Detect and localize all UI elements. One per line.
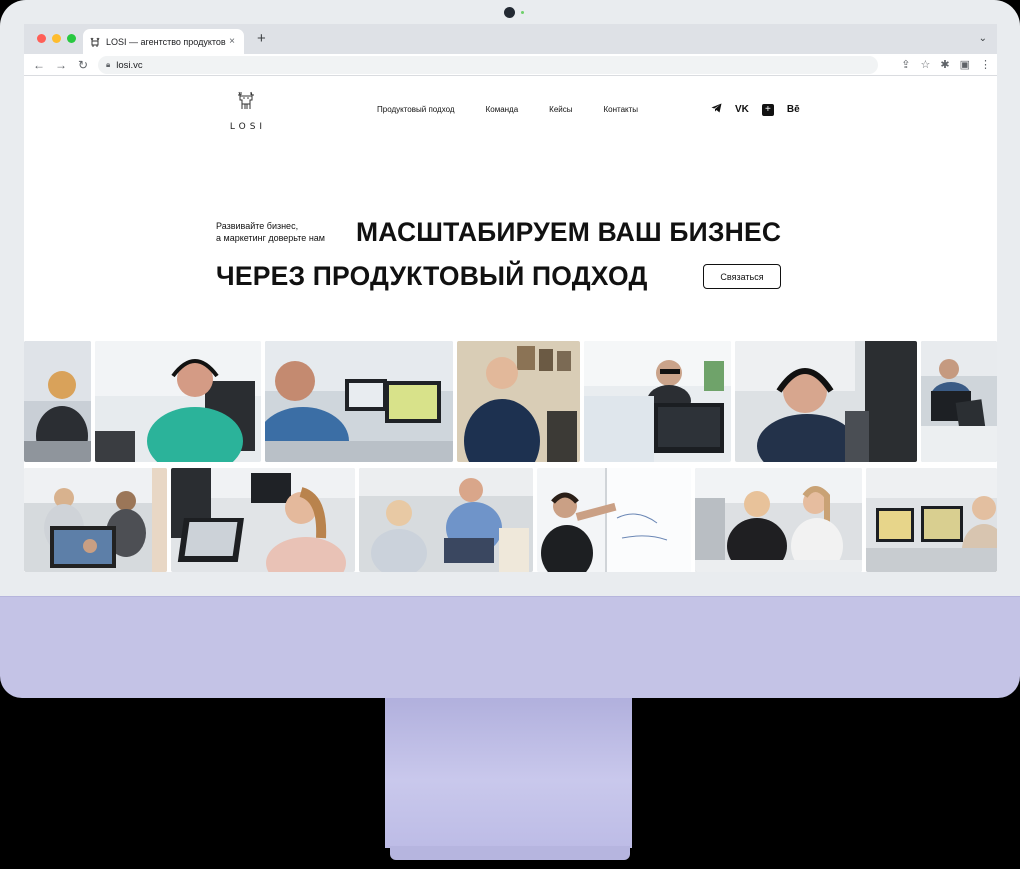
- imac-mockup: LOSI — агентство продуктового × + ⌄ ← → …: [0, 0, 1020, 869]
- browser-tab[interactable]: LOSI — агентство продуктового ×: [83, 29, 244, 54]
- plus-icon[interactable]: +: [761, 104, 774, 116]
- telegram-icon[interactable]: [711, 103, 722, 117]
- lock-icon: 🔒︎: [106, 60, 111, 69]
- tagline-line-1: Развивайте бизнес,: [216, 221, 299, 231]
- monitor: LOSI — агентство продуктового × + ⌄ ← → …: [0, 0, 1020, 700]
- nav-item-team[interactable]: Команда: [486, 105, 519, 114]
- browser-toolbar: ← → ↻ 🔒︎ losi.vc ⇪ ☆ ✱ ▣ ⋮: [24, 54, 997, 76]
- close-tab-icon[interactable]: ×: [226, 36, 238, 47]
- contact-button[interactable]: Связаться: [703, 264, 781, 289]
- tab-bar: LOSI — агентство продуктового × + ⌄: [24, 24, 997, 54]
- tab-search-chevron-icon[interactable]: ⌄: [979, 33, 987, 44]
- social-links: VK + Bē: [711, 103, 800, 117]
- team-photo: [265, 341, 453, 462]
- behance-icon[interactable]: Bē: [787, 104, 800, 116]
- team-photo: [695, 468, 862, 572]
- team-photo: [24, 341, 91, 462]
- hero-headline-line-1: МАСШТАБИРУЕМ ВАШ БИЗНЕС: [356, 217, 782, 247]
- team-photo: [24, 468, 167, 572]
- toolbar-actions: ⇪ ☆ ✱ ▣ ⋮: [901, 58, 991, 71]
- extensions-puzzle-icon[interactable]: ✱: [940, 58, 949, 71]
- share-icon[interactable]: ⇪: [901, 58, 910, 71]
- main-nav: Продуктовый подход Команда Кейсы Контакт…: [377, 105, 638, 114]
- browser-window: LOSI — агентство продуктового × + ⌄ ← → …: [24, 24, 997, 572]
- vk-icon[interactable]: VK: [735, 104, 749, 116]
- team-photo: [735, 341, 917, 462]
- tab-title: LOSI — агентство продуктового: [106, 36, 226, 47]
- minimize-window-button[interactable]: [52, 34, 61, 43]
- camera-led: [521, 11, 524, 14]
- address-bar[interactable]: 🔒︎ losi.vc: [98, 56, 878, 74]
- nav-item-product-approach[interactable]: Продуктовый подход: [377, 105, 455, 114]
- side-panel-icon[interactable]: ▣: [960, 58, 970, 71]
- site-logo[interactable]: LOSI: [224, 91, 268, 132]
- window-controls: [37, 34, 76, 43]
- web-page: LOSI Продуктовый подход Команда Кейсы Ко…: [24, 77, 997, 572]
- team-photo: [584, 341, 731, 462]
- monitor-chin: [0, 596, 1020, 698]
- logo-text: LOSI: [229, 122, 267, 132]
- camera-icon: [504, 7, 515, 18]
- new-tab-button[interactable]: +: [257, 31, 266, 47]
- nav-item-cases[interactable]: Кейсы: [549, 105, 572, 114]
- team-photo: [457, 341, 580, 462]
- nav-item-contacts[interactable]: Контакты: [604, 105, 639, 114]
- url-text: losi.vc: [116, 59, 143, 71]
- bookmark-star-icon[interactable]: ☆: [921, 58, 931, 71]
- close-window-button[interactable]: [37, 34, 46, 43]
- kebab-menu-icon[interactable]: ⋮: [980, 58, 991, 71]
- hero-headline-line-2: ЧЕРЕЗ ПРОДУКТОВЫЙ ПОДХОД: [216, 261, 648, 291]
- monitor-stand: [385, 698, 632, 848]
- back-arrow-icon[interactable]: ←: [28, 58, 50, 72]
- reload-icon[interactable]: ↻: [72, 58, 94, 72]
- team-photo: [95, 341, 261, 462]
- tagline: Развивайте бизнес, а маркетинг доверьте …: [216, 220, 325, 244]
- team-photo: [171, 468, 355, 572]
- monitor-stand-foot: [390, 846, 630, 860]
- tagline-line-2: а маркетинг доверьте нам: [216, 233, 325, 243]
- moose-logo-icon: [238, 91, 254, 109]
- team-photo: [359, 468, 533, 572]
- maximize-window-button[interactable]: [67, 34, 76, 43]
- team-photo: [537, 468, 691, 572]
- team-photo: [921, 341, 997, 462]
- forward-arrow-icon[interactable]: →: [50, 58, 72, 72]
- favicon-icon: [89, 36, 101, 48]
- team-photo: [866, 468, 997, 572]
